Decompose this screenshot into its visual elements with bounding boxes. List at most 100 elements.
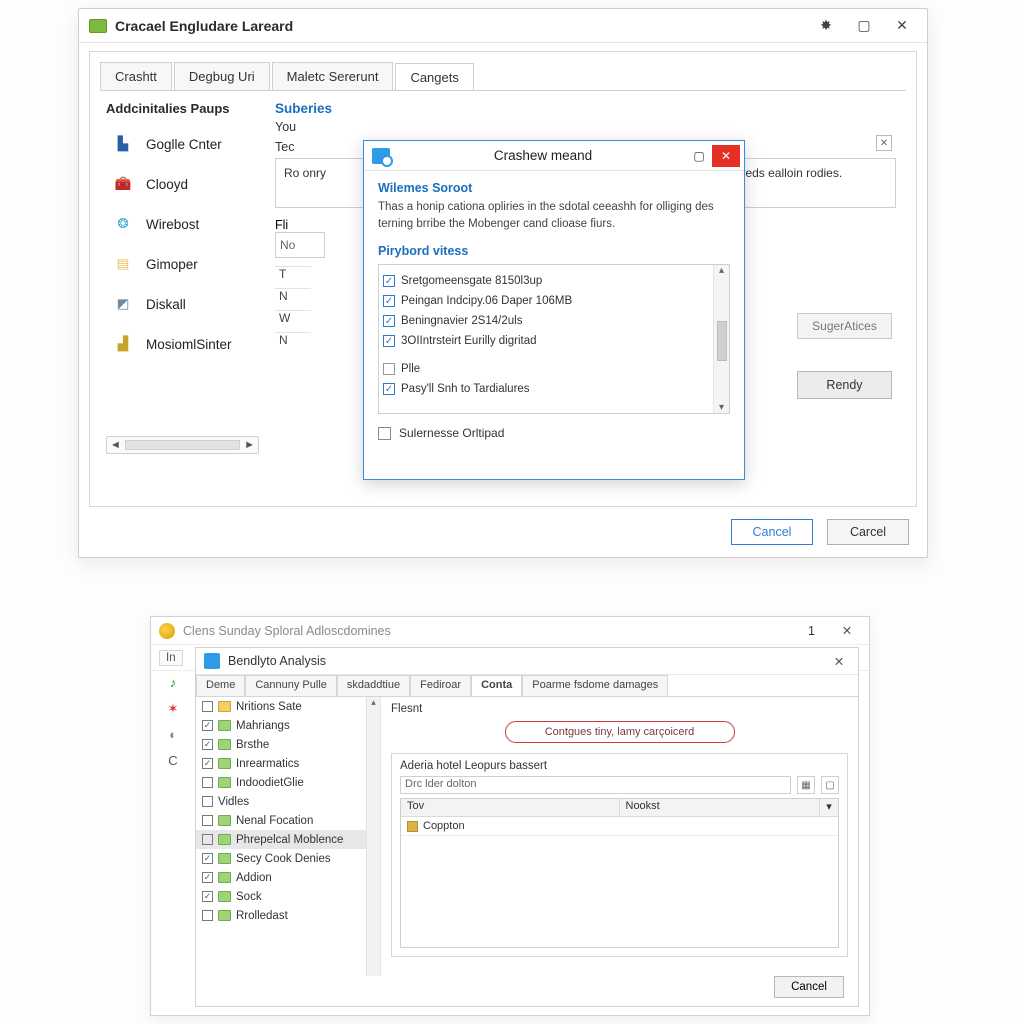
tree-checkbox-icon[interactable] [202, 777, 213, 788]
tree-checkbox-icon[interactable] [202, 796, 213, 807]
plugin-item[interactable]: ▤ Gimoper [106, 244, 259, 284]
plugin-item[interactable]: 🧰 Clooyd [106, 164, 259, 204]
checkbox-icon[interactable]: ✓ [383, 363, 395, 375]
checkbox-icon[interactable]: ✓ [383, 295, 395, 307]
tree-node[interactable]: ✓Secy Cook Denies [196, 849, 380, 868]
tree-checkbox-icon[interactable] [202, 701, 213, 712]
tree-node[interactable]: Nenal Focation [196, 811, 380, 830]
suggestions-button[interactable]: SugerAtices [797, 313, 892, 339]
checkbox-icon[interactable]: ✓ [383, 335, 395, 347]
tree-vscrollbar[interactable]: ▴ [366, 697, 380, 976]
option-item[interactable]: ✓Beningnavier 2S14/2uls [383, 311, 725, 331]
tree-checkbox-icon[interactable]: ✓ [202, 853, 213, 864]
tree-node[interactable]: Nritions Sate [196, 697, 380, 716]
path-field[interactable]: Drc lder dolton [400, 776, 791, 794]
tree-node[interactable]: ✓Mahriangs [196, 716, 380, 735]
stub-column: T N W N [275, 266, 311, 354]
ctab[interactable]: Cannuny Pulle [245, 675, 337, 696]
tree-checkbox-icon[interactable]: ✓ [202, 758, 213, 769]
tree-node[interactable]: ✓Inrearmatics [196, 754, 380, 773]
option-item[interactable]: ✓Sretgomeensgate 8150l3up [383, 271, 725, 291]
tree-node[interactable]: IndoodietGlie [196, 773, 380, 792]
scroll-down-icon[interactable]: ▾ [719, 402, 724, 413]
ctab[interactable]: Conta [471, 675, 522, 696]
scroll-thumb[interactable] [125, 440, 240, 450]
tree-checkbox-icon[interactable] [202, 815, 213, 826]
analysis-close-button[interactable]: ✕ [826, 654, 852, 669]
tab-maletc[interactable]: Maletc Sererunt [272, 62, 394, 90]
cancel-button-primary[interactable]: Cancel [731, 519, 813, 545]
secondary-close-button[interactable]: ✕ [831, 623, 863, 638]
tree-node[interactable]: Vidles [196, 792, 380, 811]
stub: W [275, 310, 311, 332]
table-row[interactable]: Coppton [401, 817, 838, 836]
maximize-button[interactable]: ▢ [845, 13, 883, 39]
music-icon[interactable]: ♪ [165, 675, 181, 691]
tree-checkbox-icon[interactable]: ✓ [202, 872, 213, 883]
tree-checkbox-icon[interactable]: ✓ [202, 739, 213, 750]
c-icon[interactable]: C [165, 753, 181, 769]
option-item[interactable]: ✓Plle [383, 359, 725, 379]
option-item[interactable]: ✓Peingan Indcipy.06 Daper 106MB [383, 291, 725, 311]
browse-icon[interactable]: ▦ [797, 776, 815, 794]
no-input[interactable]: No [275, 232, 325, 258]
toolbox-icon: 🧰 [110, 171, 136, 197]
checkbox-icon[interactable]: ✓ [383, 315, 395, 327]
checkbox-icon[interactable]: ✓ [383, 383, 395, 395]
col-nookst[interactable]: Nookst [620, 799, 821, 816]
cancel-button-secondary[interactable]: Carcel [827, 519, 909, 545]
star-icon[interactable]: ✶ [165, 701, 181, 717]
clear-icon[interactable]: ▢ [821, 776, 839, 794]
plugin-item[interactable]: ❂ Wirebost [106, 204, 259, 244]
col-dropdown-icon[interactable]: ▾ [820, 799, 838, 816]
ctab[interactable]: skdaddtiue [337, 675, 410, 696]
tab-crashtt[interactable]: Crashtt [100, 62, 172, 90]
listbox-vscrollbar[interactable]: ▴ ▾ [713, 265, 729, 413]
scroll-up-icon[interactable]: ▴ [719, 265, 724, 276]
bottom-checkbox-row[interactable]: Sulernesse Orltipad [378, 426, 730, 440]
option-item[interactable]: ✓Pasy'll Snh to Tardialures [383, 379, 725, 399]
analysis-cancel-button[interactable]: Cancel [774, 976, 844, 998]
tree-checkbox-icon[interactable] [202, 834, 213, 845]
stub: N [275, 332, 311, 354]
checkbox-icon[interactable] [378, 427, 391, 440]
modal-close-button[interactable]: ✕ [712, 145, 740, 167]
plugin-item[interactable]: ▟ MosiomlSinter [106, 324, 259, 364]
col-tov[interactable]: Tov [401, 799, 620, 816]
checkbox-icon[interactable]: ✓ [383, 275, 395, 287]
detail-header: Suberies [275, 101, 896, 116]
ctab[interactable]: Fediroar [410, 675, 471, 696]
ctab[interactable]: Poarme fsdome damages [522, 675, 668, 696]
modal-description: Thas a honip cationa opliries in the sdo… [378, 199, 730, 232]
sidebar-hscrollbar[interactable]: ◄ ► [106, 436, 259, 454]
tree-node[interactable]: ✓Brsthe [196, 735, 380, 754]
plugin-item[interactable]: ▙ Goglle Cnter [106, 124, 259, 164]
tree-node[interactable]: ✓Sock [196, 887, 380, 906]
tree-checkbox-icon[interactable]: ✓ [202, 891, 213, 902]
tab-cangets[interactable]: Cangets [395, 63, 473, 91]
ctab[interactable]: Deme [196, 675, 245, 696]
tree-node[interactable]: ✓ Addion [196, 868, 380, 887]
close-button[interactable]: ✕ [883, 13, 921, 39]
toolbar-button[interactable]: In [159, 650, 183, 666]
scroll-right-icon[interactable]: ► [244, 439, 255, 451]
tab-degbug[interactable]: Degbug Uri [174, 62, 270, 90]
tree-node[interactable]: Rrolledast [196, 906, 380, 925]
tree-label: Addion [236, 872, 272, 884]
rendy-button[interactable]: Rendy [797, 371, 892, 399]
tree-checkbox-icon[interactable] [202, 910, 213, 921]
plugin-item[interactable]: ◩ Diskall [106, 284, 259, 324]
field-clear-icon[interactable]: ✕ [876, 135, 892, 151]
pin-icon[interactable]: ✸ [807, 13, 845, 39]
items-table[interactable]: Tov Nookst ▾ Coppton [400, 798, 839, 948]
options-listbox[interactable]: ✓Sretgomeensgate 8150l3up ✓Peingan Indci… [378, 264, 730, 414]
scroll-thumb[interactable] [717, 321, 727, 361]
tree-checkbox-icon[interactable]: ✓ [202, 720, 213, 731]
modal-maximize-button[interactable]: ▢ [686, 145, 712, 167]
category-tree[interactable]: ▴ Nritions Sate✓Mahriangs✓Brsthe✓Inrearm… [196, 697, 381, 976]
moon-icon[interactable]: ◐ [165, 727, 181, 743]
option-item[interactable]: ✓3OIIntrsteirt Eurilly digritad [383, 331, 725, 351]
scroll-left-icon[interactable]: ◄ [110, 439, 121, 451]
tree-node[interactable]: Phrepelcal Moblence [196, 830, 380, 849]
plugin-list: ▙ Goglle Cnter 🧰 Clooyd ❂ Wirebost ▤ [106, 124, 259, 436]
